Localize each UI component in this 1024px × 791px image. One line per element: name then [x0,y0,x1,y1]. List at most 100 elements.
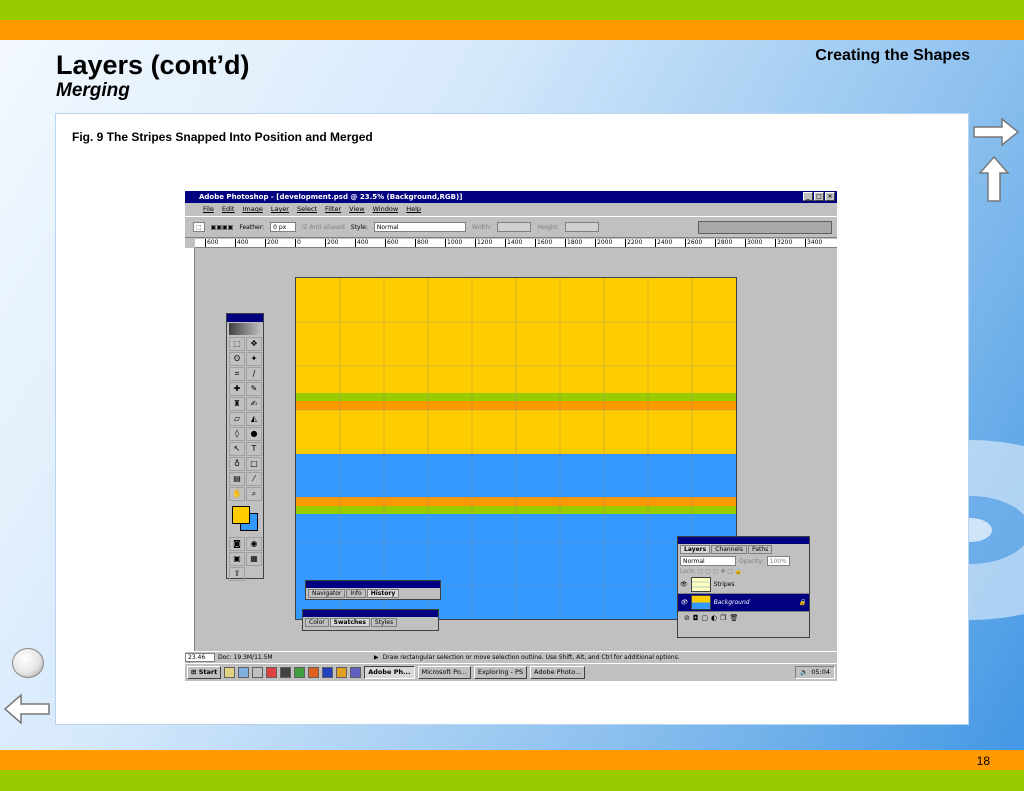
menu-window[interactable]: Window [373,205,399,213]
width-input[interactable] [497,222,532,232]
eye-icon[interactable]: 👁 [680,581,688,588]
previous-arrow-icon[interactable] [3,692,51,726]
fullscreen-icon[interactable]: ▦ [246,552,262,566]
quicklaunch-icon-4[interactable] [266,667,278,678]
type-icon[interactable]: T [246,442,262,456]
tab-paths[interactable]: Paths [747,545,773,554]
menu-filter[interactable]: Filter [325,205,341,213]
document-canvas[interactable] [295,277,737,620]
layers-palette: Layers Channels Paths Normal Opacity: 10… [677,536,810,638]
screen-mode-icon[interactable]: ▣ [229,552,245,566]
blur-icon[interactable]: ◊ [229,427,245,441]
new-set-icon[interactable]: ▢ [701,614,708,622]
photoshop-titlebar: Adobe Photoshop - [development.psd @ 23.… [185,191,837,203]
minimize-button[interactable]: _ [803,192,813,201]
quicklaunch-icon-3[interactable] [252,667,264,678]
quicklaunch-icon-10[interactable] [350,667,362,678]
tab-navigator[interactable]: Navigator [308,589,346,598]
antialiased-checkbox[interactable]: ☑ Anti-aliased [302,224,345,231]
eraser-icon[interactable]: ▱ [229,412,245,426]
color-swatches[interactable] [229,504,261,534]
marquee-icon[interactable]: ⬚ [229,337,245,351]
palette-well[interactable] [698,221,832,234]
tab-channels[interactable]: Channels [711,545,747,554]
home-button[interactable] [12,648,44,678]
menu-file[interactable]: File [203,205,214,213]
trash-icon[interactable]: 🗑 [729,614,738,622]
lasso-icon[interactable]: ʘ [229,352,245,366]
quicklaunch-icon-7[interactable] [308,667,320,678]
speaker-icon[interactable]: 🔈 [800,667,808,678]
jump-to-icon[interactable]: ⇪ [229,567,245,581]
mask-icon[interactable]: ◘ [693,614,699,622]
tab-swatches[interactable]: Swatches [329,618,370,627]
paint-bucket-icon[interactable]: ◭ [246,412,262,426]
start-button[interactable]: ⊞ Start [187,666,222,679]
tab-color[interactable]: Color [305,618,329,627]
quicklaunch-icon-9[interactable] [336,667,348,678]
taskbar-button-powerpoint[interactable]: Microsoft Po... [417,666,471,679]
photoshop-logo-icon [229,323,261,335]
selection-mode-icons[interactable]: ▣▣▣▣ [211,224,234,231]
move-icon[interactable]: ✥ [246,337,262,351]
dodge-icon[interactable]: ● [246,427,262,441]
style-select[interactable]: Normal [373,222,466,232]
feather-input[interactable]: 0 px [270,222,297,232]
layer-row-background[interactable]: 👁 Background 🔒 [678,594,809,612]
slice-icon[interactable]: ∕ [246,367,262,381]
quicklaunch-icon-2[interactable] [238,667,250,678]
layer-row-stripes[interactable]: 👁 Stripes [678,576,809,594]
menu-image[interactable]: Image [242,205,262,213]
layer-actions: ⊘ ◘ ▢ ◐ ❐ 🗑 [678,612,809,624]
next-arrow-icon[interactable] [972,117,1020,147]
blend-mode-select[interactable]: Normal [680,556,736,566]
tab-info[interactable]: Info [346,589,366,598]
top-orange-band [0,20,1024,40]
menu-edit[interactable]: Edit [222,205,235,213]
eye-icon[interactable]: 👁 [680,599,688,606]
eyedropper-icon[interactable]: ⁄ [246,472,262,486]
notes-icon[interactable]: ▤ [229,472,245,486]
opacity-input[interactable]: 100% [766,556,790,566]
quicklaunch-icon-1[interactable] [224,667,236,678]
lock-row: Lock: ▢ ▢ ▢ ✚ ▢ 🔒 [680,568,743,575]
up-arrow-icon[interactable] [978,155,1010,203]
quicklaunch-icon-8[interactable] [322,667,334,678]
status-arrow-icon[interactable]: ▶ [374,654,379,661]
stamp-icon[interactable]: ♜ [229,397,245,411]
marquee-tool-icon[interactable]: ⬚ [193,222,205,232]
taskbar-button-photoshop[interactable]: Adobe Ph... [364,666,415,679]
shape-icon[interactable]: □ [246,457,262,471]
history-brush-icon[interactable]: ✍ [246,397,262,411]
path-select-icon[interactable]: ↖ [229,442,245,456]
crop-icon[interactable]: ⌗ [229,367,245,381]
brush-icon[interactable]: ✎ [246,382,262,396]
close-button[interactable]: × [825,192,835,201]
quickmask-icon[interactable]: ◉ [246,537,262,551]
zoom-icon[interactable]: ⌕ [246,487,262,501]
tab-layers[interactable]: Layers [680,545,711,554]
zoom-field[interactable]: 23.46 % [185,652,215,669]
menu-select[interactable]: Select [297,205,317,213]
menu-help[interactable]: Help [406,205,421,213]
pen-icon[interactable]: ♁ [229,457,245,471]
taskbar-button-explorer[interactable]: Exploring - PS [473,666,528,679]
quicklaunch-icon-6[interactable] [294,667,306,678]
maximize-button[interactable]: □ [814,192,824,201]
menu-view[interactable]: View [349,205,364,213]
tab-styles[interactable]: Styles [370,618,398,627]
standard-mode-icon[interactable]: ◙ [229,537,245,551]
adjustment-icon[interactable]: ◐ [711,614,717,622]
magic-wand-icon[interactable]: ✦ [246,352,262,366]
quicklaunch-icon-5[interactable] [280,667,292,678]
taskbar-button-adobe-photo[interactable]: Adobe Photo... [530,666,586,679]
new-layer-icon[interactable]: ❐ [720,614,726,622]
windows-taskbar: ⊞ Start Adobe Ph... Microsoft Po... Expl… [185,663,837,681]
layer-style-icon[interactable]: ⊘ [684,614,690,622]
tab-history[interactable]: History [366,589,400,598]
foreground-color-icon[interactable] [232,506,250,524]
hand-icon[interactable]: ✋ [229,487,245,501]
height-input[interactable] [565,222,600,232]
menu-layer[interactable]: Layer [271,205,289,213]
healing-icon[interactable]: ✚ [229,382,245,396]
